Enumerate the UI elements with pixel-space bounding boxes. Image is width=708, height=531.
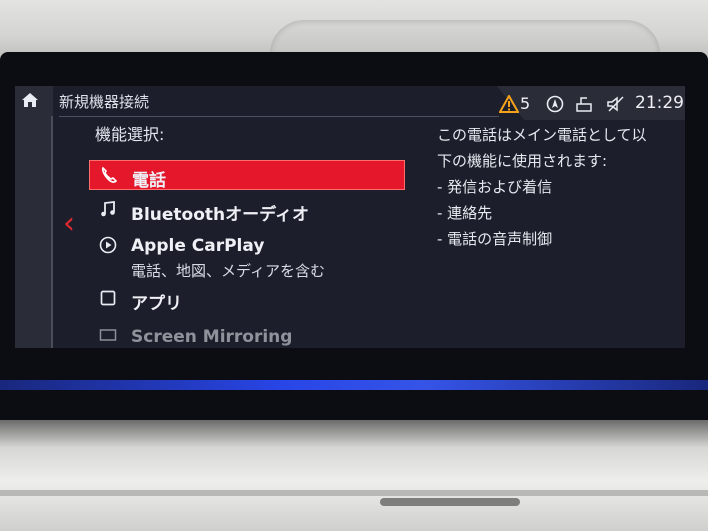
menu-item-label: アプリ [131, 294, 182, 314]
info-bullet: - 発信および着信 [437, 178, 553, 196]
keyboard-connection-icon [576, 97, 592, 112]
warning-icon[interactable] [499, 95, 519, 113]
info-text-line: 下の機能に使用されます: [437, 152, 608, 170]
trim-line [0, 490, 708, 496]
apps-square-icon [100, 290, 116, 306]
mute-icon [607, 96, 624, 112]
carplay-icon [99, 236, 117, 254]
menu-item-label: 電話 [132, 171, 166, 191]
ambient-light-strip [0, 380, 708, 390]
infotainment-screen: ‹ 新規機器接続 5 21:29 機能選択: 電話 Bluetoothオーディオ [15, 86, 685, 348]
menu-item-bluetooth-audio[interactable]: Bluetoothオーディオ [89, 195, 405, 225]
rail-divider [51, 116, 53, 348]
header-divider [59, 116, 499, 117]
menu-item-label: Screen Mirroring [131, 327, 293, 347]
menu-item-apps[interactable]: アプリ [89, 284, 405, 314]
menu-item-apple-carplay[interactable]: Apple CarPlay [89, 231, 405, 261]
info-bullet: - 連絡先 [437, 204, 493, 222]
info-text-line: この電話はメイン電話として以 [437, 126, 647, 144]
page-title: 新規機器接続 [59, 93, 150, 111]
warning-count: 5 [520, 94, 531, 113]
menu-item-phone[interactable]: 電話 [89, 160, 405, 191]
section-label: 機能選択: [95, 125, 165, 144]
left-rail [15, 86, 53, 348]
clock: 21:29 [635, 93, 684, 113]
menu-item-screen-mirroring[interactable]: Screen Mirroring [89, 322, 405, 348]
screen-mirroring-icon [99, 329, 117, 341]
info-panel: この電話はメイン電話として以 下の機能に使用されます: - 発信および着信 - … [437, 122, 677, 252]
phone-icon [101, 166, 118, 183]
carplay-sublabel: 電話、地図、メディアを含む [131, 262, 325, 280]
trim-slot [380, 498, 520, 506]
menu-item-label: Apple CarPlay [131, 236, 265, 256]
dashboard-trim [0, 420, 708, 531]
air-vent [270, 20, 660, 54]
back-chevron-icon[interactable]: ‹ [63, 209, 75, 239]
info-bullet: - 電話の音声制御 [437, 230, 553, 248]
navigation-icon [546, 95, 564, 113]
menu-item-label: Bluetoothオーディオ [131, 205, 309, 225]
home-icon[interactable] [21, 91, 39, 109]
music-note-icon [101, 200, 115, 217]
